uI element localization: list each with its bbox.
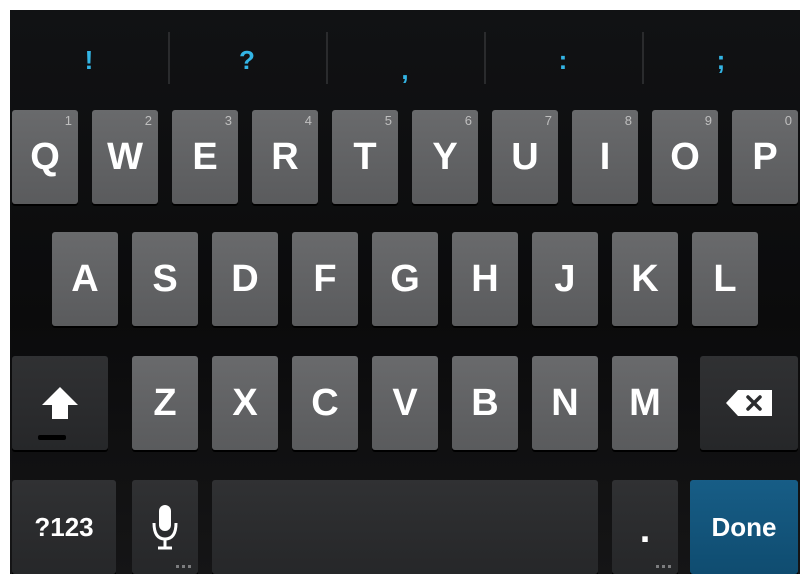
key-k[interactable]: K — [612, 232, 678, 326]
key-v[interactable]: V — [372, 356, 438, 450]
key-label: N — [551, 381, 579, 424]
microphone-icon — [152, 505, 178, 550]
key-label: V — [392, 381, 418, 424]
symbols-key[interactable]: ?123 — [12, 480, 116, 574]
suggestion-exclamation[interactable]: ! — [10, 10, 168, 110]
more-options-indicator — [176, 565, 192, 568]
key-label: K — [631, 257, 659, 300]
key-m[interactable]: M — [612, 356, 678, 450]
key-label: O — [670, 135, 700, 178]
key-row-top: 1Q 2W 3E 4R 5T 6Y 7U 8I 9O 0P — [10, 110, 800, 206]
key-label: Q — [30, 135, 60, 178]
key-hint: 4 — [304, 113, 312, 128]
key-label: . — [639, 509, 651, 551]
key-l[interactable]: L — [692, 232, 758, 326]
backspace-key[interactable] — [700, 356, 798, 450]
key-label: P — [752, 135, 778, 178]
key-b[interactable]: B — [452, 356, 518, 450]
key-w[interactable]: 2W — [92, 110, 158, 204]
key-label: L — [713, 257, 737, 300]
suggestion-semicolon[interactable]: ; — [642, 10, 800, 110]
key-r[interactable]: 4R — [252, 110, 318, 204]
key-hint: 3 — [224, 113, 232, 128]
backspace-icon — [726, 390, 772, 416]
key-label: J — [554, 257, 576, 300]
key-s[interactable]: S — [132, 232, 198, 326]
key-label: F — [313, 257, 337, 300]
key-z[interactable]: Z — [132, 356, 198, 450]
key-label: R — [271, 135, 299, 178]
key-o[interactable]: 9O — [652, 110, 718, 204]
key-label: U — [511, 135, 539, 178]
suggestion-label: ; — [716, 44, 726, 75]
shift-indicator — [38, 435, 66, 440]
key-n[interactable]: N — [532, 356, 598, 450]
microphone-key[interactable] — [132, 480, 198, 574]
key-f[interactable]: F — [292, 232, 358, 326]
suggestion-label: : — [558, 44, 568, 75]
soft-keyboard: ! ? , : ; 1Q 2W 3E 4R 5T 6Y 7U 8I 9O 0P … — [10, 10, 800, 574]
key-row-bottom: Z X C V B N M — [10, 356, 800, 452]
key-label: I — [599, 135, 611, 178]
key-e[interactable]: 3E — [172, 110, 238, 204]
key-label: T — [353, 135, 377, 178]
suggestion-strip: ! ? , : ; — [10, 10, 800, 110]
key-label: Done — [711, 511, 777, 542]
key-hint: 8 — [624, 113, 632, 128]
key-label: G — [390, 257, 420, 300]
suggestion-question[interactable]: ? — [168, 10, 326, 110]
key-hint: 0 — [784, 113, 792, 128]
key-label: ?123 — [34, 511, 94, 542]
key-label: X — [232, 381, 258, 424]
more-options-indicator — [656, 565, 672, 568]
suggestion-label: , — [401, 54, 409, 85]
key-t[interactable]: 5T — [332, 110, 398, 204]
key-label: Y — [432, 135, 458, 178]
period-key[interactable]: . — [612, 480, 678, 574]
key-row-middle: A S D F G H J K L — [10, 232, 800, 328]
key-label: Z — [153, 381, 177, 424]
key-label: H — [471, 257, 499, 300]
done-key[interactable]: Done — [690, 480, 798, 574]
key-hint: 6 — [464, 113, 472, 128]
key-q[interactable]: 1Q — [12, 110, 78, 204]
shift-key[interactable] — [12, 356, 108, 450]
key-a[interactable]: A — [52, 232, 118, 326]
key-p[interactable]: 0P — [732, 110, 798, 204]
key-h[interactable]: H — [452, 232, 518, 326]
key-x[interactable]: X — [212, 356, 278, 450]
key-label: M — [629, 381, 661, 424]
key-hint: 2 — [144, 113, 152, 128]
key-c[interactable]: C — [292, 356, 358, 450]
key-g[interactable]: G — [372, 232, 438, 326]
key-y[interactable]: 6Y — [412, 110, 478, 204]
key-u[interactable]: 7U — [492, 110, 558, 204]
key-i[interactable]: 8I — [572, 110, 638, 204]
key-label: E — [192, 135, 218, 178]
key-label: B — [471, 381, 499, 424]
suggestion-comma[interactable]: , — [326, 10, 484, 110]
key-label: C — [311, 381, 339, 424]
key-row-function: ?123 . Done — [10, 480, 800, 574]
key-hint: 5 — [384, 113, 392, 128]
key-label: D — [231, 257, 259, 300]
key-label: A — [71, 257, 99, 300]
suggestion-colon[interactable]: : — [484, 10, 642, 110]
key-label: S — [152, 257, 178, 300]
suggestion-label: ! — [84, 44, 94, 75]
key-hint: 1 — [64, 113, 72, 128]
shift-icon — [42, 387, 78, 419]
key-j[interactable]: J — [532, 232, 598, 326]
key-d[interactable]: D — [212, 232, 278, 326]
space-key[interactable] — [212, 480, 598, 574]
key-hint: 7 — [544, 113, 552, 128]
suggestion-label: ? — [239, 44, 255, 75]
key-hint: 9 — [704, 113, 712, 128]
key-label: W — [107, 135, 143, 178]
